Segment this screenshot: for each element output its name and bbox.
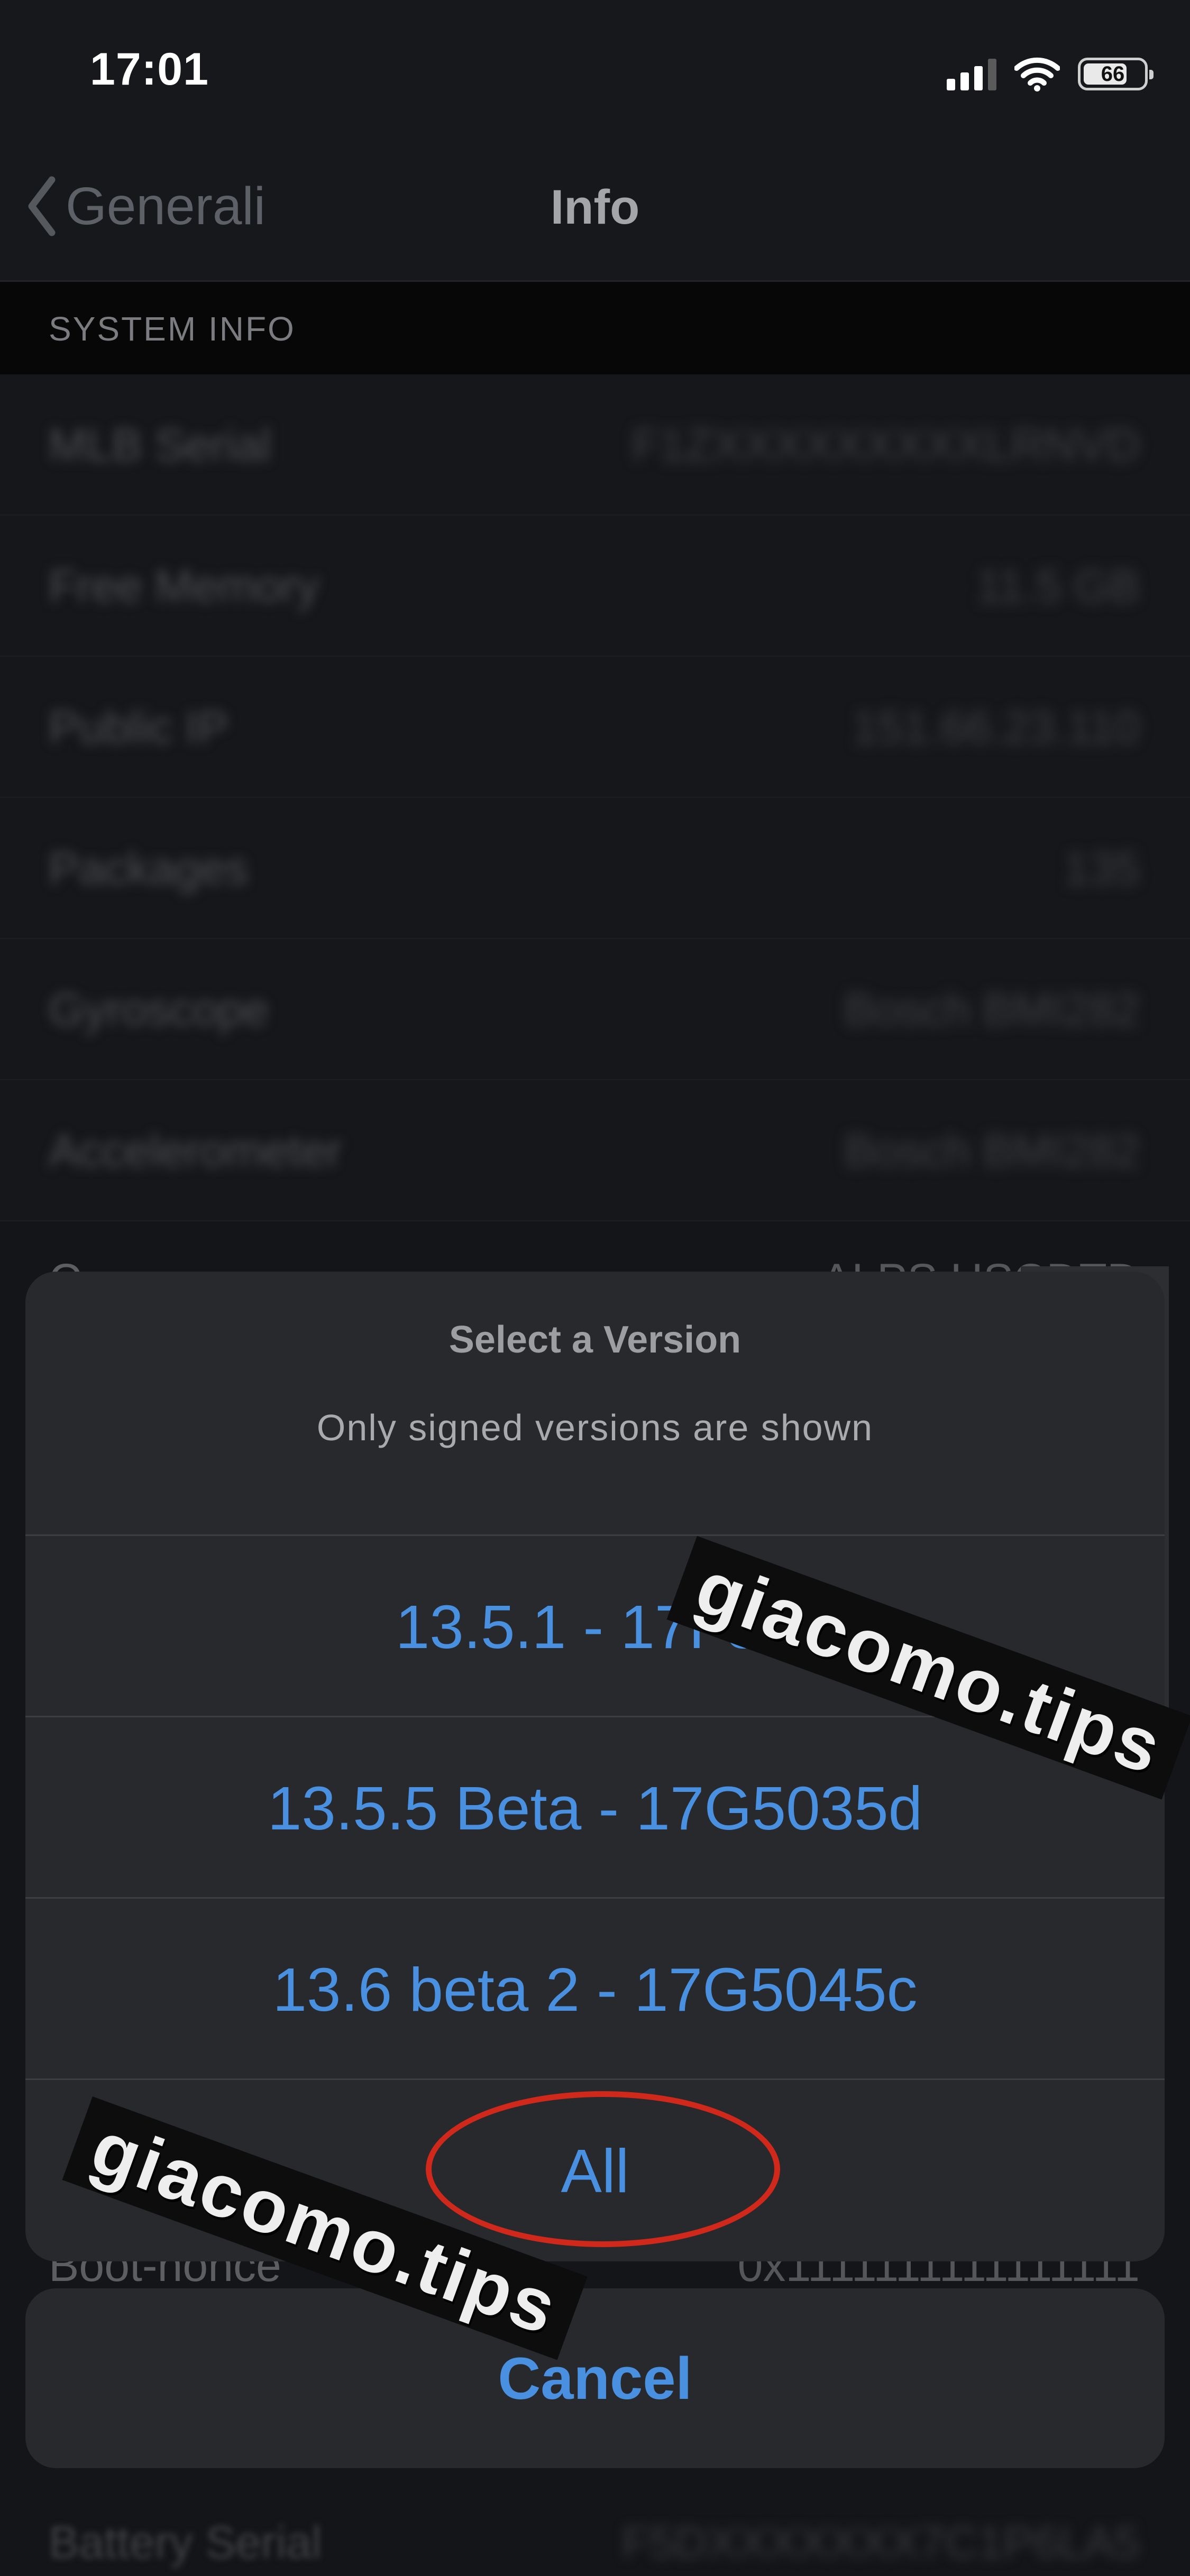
info-row[interactable]: Public IP 151.66.23.110 <box>0 657 1190 798</box>
section-header-label: SYSTEM INFO <box>49 310 296 348</box>
info-row-value: F1ZXXXXXXXXXLRNVD <box>631 420 1140 471</box>
page-title: Info <box>550 180 640 234</box>
section-header: SYSTEM INFO <box>0 282 1190 374</box>
info-row-label: Free Memory <box>49 561 319 612</box>
info-row-label: Packages <box>49 843 249 894</box>
info-row[interactable]: Free Memory 11.5 GB <box>0 516 1190 657</box>
info-row-value: 151.66.23.110 <box>852 702 1140 753</box>
info-row-value: 135 <box>1064 843 1140 894</box>
info-row[interactable]: Accelerometer Bosch BMI282 <box>0 1080 1190 1221</box>
info-row[interactable]: MLB Serial F1ZXXXXXXXXXLRNVD <box>0 374 1190 516</box>
info-row-label: MLB Serial <box>49 420 271 471</box>
sheet-title: Select a Version <box>448 1319 742 1361</box>
info-row-label: Public IP <box>49 702 228 753</box>
highlight-ellipse <box>426 2091 780 2247</box>
battery-level: 66 <box>1101 62 1125 86</box>
info-list: MLB Serial F1ZXXXXXXXXXLRNVD Free Memory… <box>0 374 1190 1221</box>
sheet-subtitle: Only signed versions are shown <box>316 1407 874 1448</box>
cancel-button[interactable]: Cancel <box>25 2288 1165 2468</box>
version-option-13-6-beta-2[interactable]: 13.6 beta 2 - 17G5045c <box>25 1897 1165 2080</box>
status-icons: 66 <box>947 53 1154 95</box>
sheet-header: Select a Version Only signed versions ar… <box>25 1272 1165 1534</box>
info-row-peek-last: Battery Serial F5DXXXXXXX7C1P6LA5 <box>0 2485 1190 2576</box>
screen: 17:01 66 Generali Info SYSTEM INFO MLB S… <box>0 0 1190 2576</box>
info-row-value: Bosch BMI282 <box>844 985 1140 1035</box>
info-row-value: 11.5 GB <box>976 561 1140 612</box>
signal-icon <box>947 58 996 90</box>
status-time: 17:01 <box>90 44 209 95</box>
info-row[interactable]: Gyroscope Bosch BMI282 <box>0 939 1190 1080</box>
peek-value: F5DXXXXXXX7C1P6LA5 <box>621 2517 1140 2568</box>
battery-icon: 66 <box>1078 58 1154 90</box>
info-row-label: Accelerometer <box>49 1126 342 1176</box>
peek-label: Battery Serial <box>49 2517 322 2568</box>
status-bar: 17:01 66 <box>0 0 1190 143</box>
version-option-13-5-5-beta[interactable]: 13.5.5 Beta - 17G5035d <box>25 1716 1165 1899</box>
info-row[interactable]: Packages 135 <box>0 798 1190 939</box>
nav-bar: Generali Info <box>0 143 1190 282</box>
info-row-value: Bosch BMI282 <box>844 1126 1140 1176</box>
info-row-label: Gyroscope <box>49 985 269 1035</box>
wifi-icon <box>1014 57 1060 91</box>
